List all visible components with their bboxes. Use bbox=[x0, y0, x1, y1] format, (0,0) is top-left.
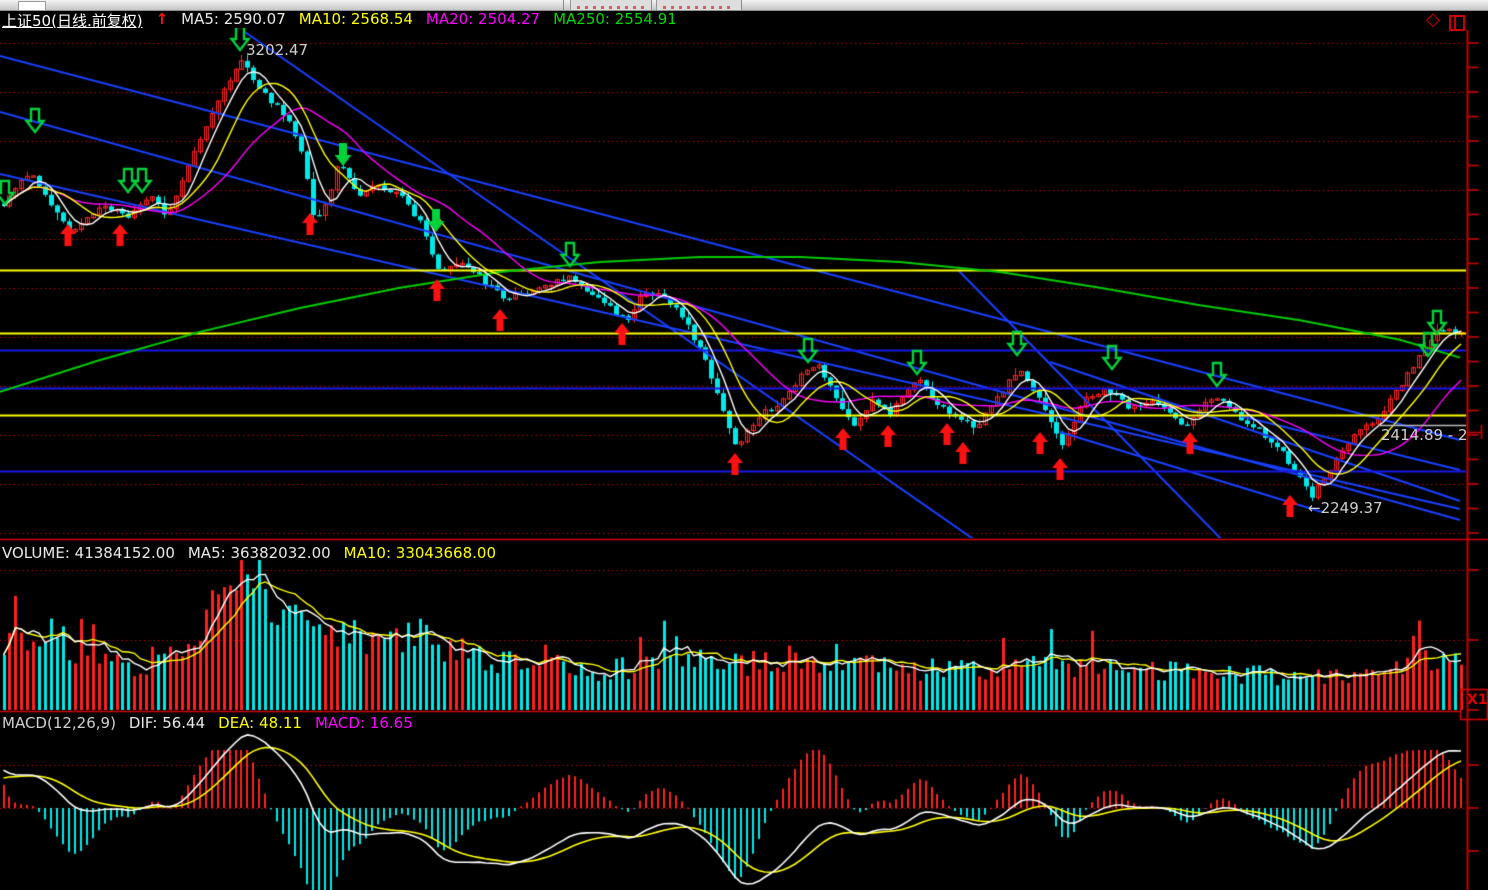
volume-ma10-readout: MA10: 33043668.00 bbox=[344, 544, 496, 562]
split-window-icon[interactable] bbox=[1449, 15, 1465, 31]
split-window-divider bbox=[1454, 17, 1456, 29]
toolbar-separator bbox=[651, 0, 652, 10]
volume-pane-header: VOLUME: 41384152.00 MA5: 36382032.00 MA1… bbox=[2, 544, 496, 562]
price-pane-header: 上证50(日线.前复权) ↑ MA5: 2590.07 MA10: 2568.5… bbox=[2, 10, 677, 31]
level-price-label: 2414.89 - 2 bbox=[1381, 426, 1468, 444]
ma250-readout: MA250: 2554.91 bbox=[553, 10, 677, 31]
dif-readout: DIF: 56.44 bbox=[129, 714, 205, 732]
toolbar-separator bbox=[563, 0, 564, 10]
ma20-readout: MA20: 2504.27 bbox=[426, 10, 540, 31]
peak-price-label: 3202.47 bbox=[246, 41, 308, 59]
kline-chart-canvas[interactable] bbox=[0, 0, 1488, 890]
volume-readout: VOLUME: 41384152.00 bbox=[2, 544, 175, 562]
ma5-readout: MA5: 2590.07 bbox=[181, 10, 286, 31]
macd-readout: MACD: 16.65 bbox=[315, 714, 413, 732]
trading-terminal: 上证50(日线.前复权) ↑ MA5: 2590.07 MA10: 2568.5… bbox=[0, 0, 1488, 890]
macd-pane-header: MACD(12,26,9) DIF: 56.44 DEA: 48.11 MACD… bbox=[2, 714, 413, 732]
dea-readout: DEA: 48.11 bbox=[218, 714, 302, 732]
toolbar-button-text-stub bbox=[663, 6, 735, 9]
ma10-readout: MA10: 2568.54 bbox=[299, 10, 413, 31]
volume-ma5-readout: MA5: 36382032.00 bbox=[188, 544, 331, 562]
toolbar-button[interactable] bbox=[570, 0, 652, 10]
toolbar-button[interactable] bbox=[656, 0, 742, 10]
toolbar-button-text-stub bbox=[577, 6, 645, 9]
low-price-label: ←2249.37 bbox=[1308, 499, 1383, 517]
diamond-icon[interactable]: ◇ bbox=[1426, 11, 1440, 29]
zoom-level-indicator: X1 bbox=[1467, 692, 1488, 708]
symbol-title[interactable]: 上证50(日线.前复权) bbox=[2, 10, 143, 31]
macd-params-label: MACD(12,26,9) bbox=[2, 714, 116, 732]
toolbar-separator bbox=[741, 0, 742, 10]
trend-up-icon: ↑ bbox=[156, 10, 169, 31]
